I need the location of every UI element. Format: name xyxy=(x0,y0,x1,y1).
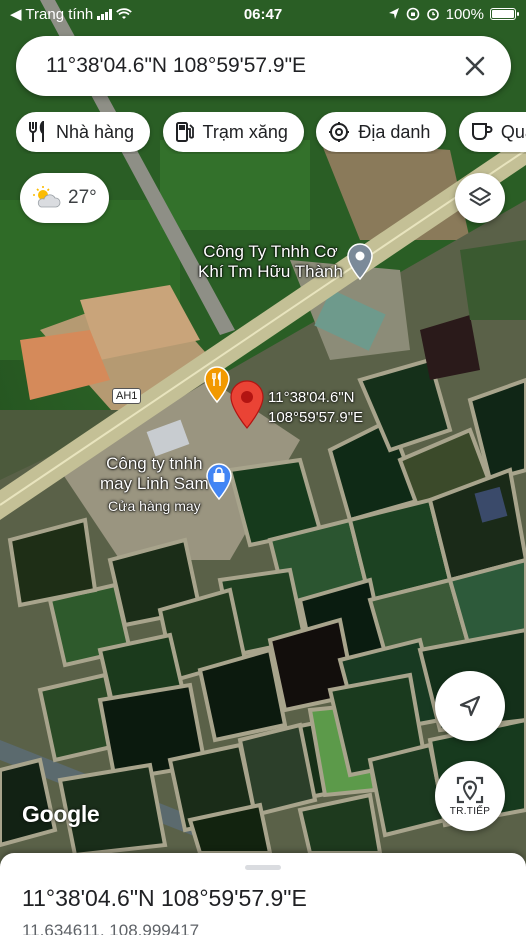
sheet-decimal-coordinates: 11.634611, 108.999417 xyxy=(22,921,200,935)
my-location-button[interactable] xyxy=(435,671,505,741)
chip-label: Trạm xăng xyxy=(202,121,288,142)
layers-icon xyxy=(469,187,491,206)
battery-percent: 100% xyxy=(445,5,484,23)
location-arrow-icon xyxy=(388,8,399,19)
pin-coordinate-lat: 11°38'04.6"N xyxy=(268,389,355,406)
chip-coffee[interactable]: Quá xyxy=(458,112,526,152)
rotation-lock-icon xyxy=(406,7,419,21)
place-label-huu-thanh[interactable]: Công Ty Tnhh Cơ Khí Tm Hữu Thành xyxy=(198,242,343,282)
partly-cloudy-icon xyxy=(33,186,61,208)
pin-coordinate-label: 11°38'04.6"N 108°59'57.9"E xyxy=(268,388,363,428)
chip-label: Địa danh xyxy=(358,121,431,142)
cellular-signal-icon xyxy=(97,8,113,20)
back-to-app[interactable]: ◀ Trang tính xyxy=(10,5,210,23)
place-category-label: Cửa hàng may xyxy=(108,498,201,514)
search-query[interactable]: 11°38'04.6"N 108°59'57.9"E xyxy=(46,54,461,78)
close-icon xyxy=(465,56,485,76)
navigation-arrow-icon xyxy=(459,695,481,717)
back-app-label: ◀ Trang tính xyxy=(10,6,94,23)
place-label-linh-sam[interactable]: Công ty tnhh may Linh Sam xyxy=(100,454,209,494)
shopping-pin-icon[interactable] xyxy=(205,463,233,501)
coffee-cup-icon xyxy=(471,123,493,140)
google-logo: Google xyxy=(22,801,100,827)
sheet-title: 11°38'04.6"N 108°59'57.9"E xyxy=(22,885,307,911)
wifi-icon xyxy=(116,8,133,19)
place-label-line: may Linh Sam xyxy=(100,474,209,493)
place-bottom-sheet[interactable]: 11°38'04.6"N 108°59'57.9"E 11.634611, 10… xyxy=(0,853,526,935)
street-view-pin-icon xyxy=(456,776,484,804)
chip-label: Nhà hàng xyxy=(56,121,135,142)
category-chips: Nhà hàng Trạm xăng Địa danh Quá xyxy=(16,112,526,154)
chip-label: Quá xyxy=(500,121,526,142)
weather-temperature: 27° xyxy=(68,187,97,208)
gas-station-icon xyxy=(175,122,194,142)
status-bar: ◀ Trang tính 06:47 100% xyxy=(0,0,526,28)
road-shield-ah1: AH1 xyxy=(112,388,142,404)
dropped-pin-icon[interactable] xyxy=(229,380,265,430)
alarm-icon xyxy=(426,8,439,21)
place-label-line: Khí Tm Hữu Thành xyxy=(198,262,343,281)
restaurant-pin-icon[interactable] xyxy=(203,366,231,404)
fork-knife-icon xyxy=(29,121,44,142)
layers-button[interactable] xyxy=(455,173,505,223)
landmark-icon xyxy=(329,122,350,142)
pin-coordinate-lng: 108°59'57.9"E xyxy=(268,409,364,426)
place-label-line: Công Ty Tnhh Cơ xyxy=(203,242,338,261)
sheet-drag-handle[interactable] xyxy=(245,865,281,870)
street-view-button[interactable]: TR.TIẾP xyxy=(435,761,505,831)
company-pin-icon[interactable] xyxy=(346,243,374,281)
chip-restaurants[interactable]: Nhà hàng xyxy=(16,112,151,152)
battery-icon xyxy=(490,8,519,20)
place-label-line: Công ty tnhh xyxy=(106,454,203,473)
weather-badge[interactable]: 27° xyxy=(20,173,109,223)
close-search-button[interactable] xyxy=(461,52,489,80)
search-bar[interactable]: 11°38'04.6"N 108°59'57.9"E xyxy=(16,36,511,96)
chip-landmarks[interactable]: Địa danh xyxy=(316,112,447,152)
street-view-label: TR.TIẾP xyxy=(449,806,491,817)
chip-gas-stations[interactable]: Trạm xăng xyxy=(162,112,304,152)
